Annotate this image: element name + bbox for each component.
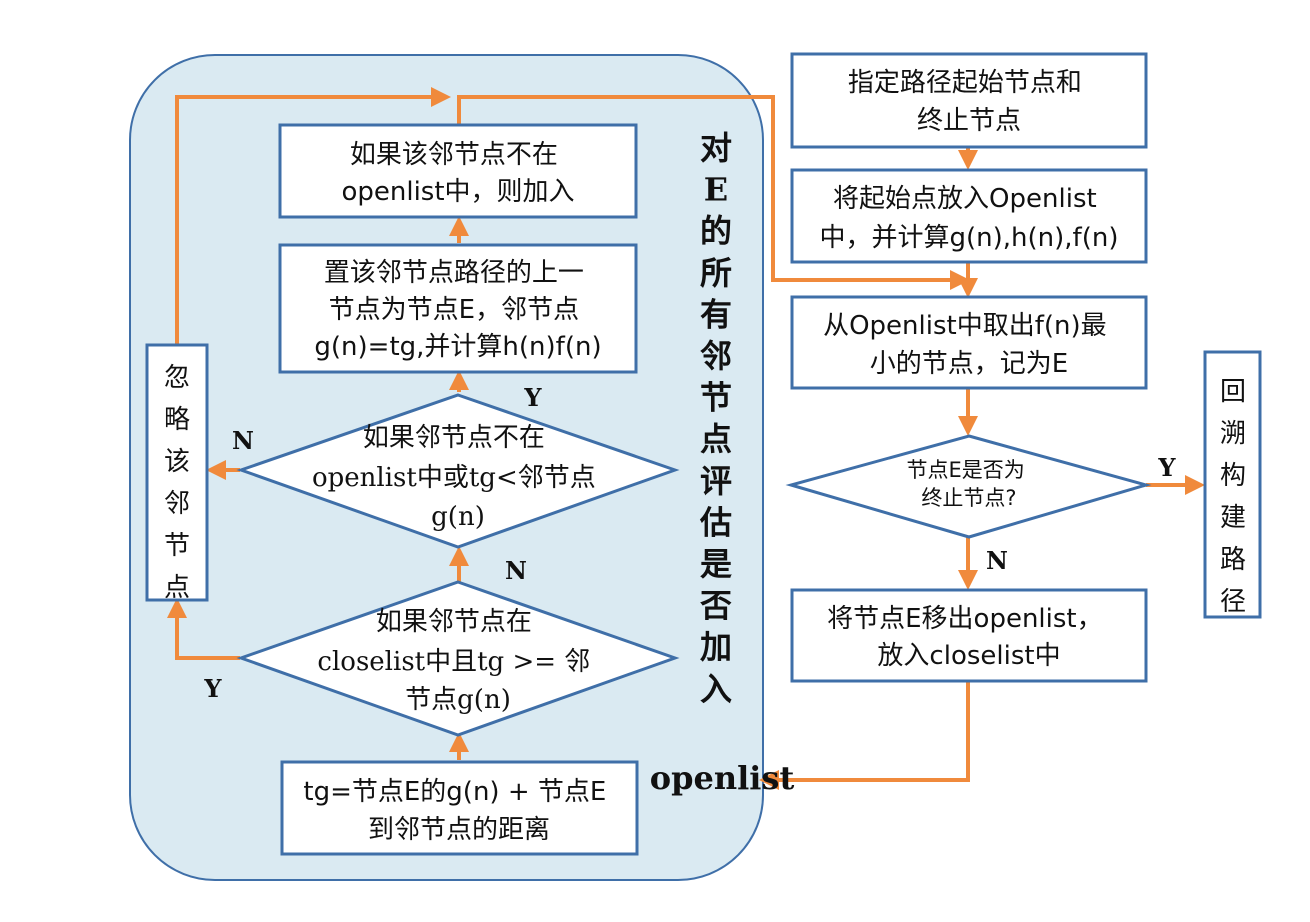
vertical-char: 有 (700, 295, 732, 333)
vertical-char: 该 (164, 447, 190, 477)
vertical-char: 入 (700, 670, 732, 708)
vertical-char: E (704, 171, 728, 209)
label-is-end-yes: Y (1157, 453, 1176, 482)
vertical-char: 略 (164, 405, 190, 435)
vertical-char: 节 (164, 531, 190, 561)
vertical-char: 估 (699, 503, 732, 541)
vertical-char: 邻 (164, 489, 190, 519)
vertical-char: 所 (700, 254, 732, 292)
vertical-char: 否 (700, 587, 732, 625)
vertical-char: 构 (1220, 461, 1246, 491)
label-is-end-no: N (986, 546, 1008, 575)
vertical-char: 加 (700, 628, 732, 666)
flowchart-canvas: 指定路径起始节点和 终止节点 将起始点放入Openlist 中，并计算g(n),… (0, 0, 1310, 922)
vertical-char: 点 (700, 420, 732, 458)
flowchart-svg: 指定路径起始节点和 终止节点 将起始点放入Openlist 中，并计算g(n),… (129, 52, 1262, 881)
region-title-openlist: openlist (650, 759, 795, 797)
label-cond-open-yes: Y (523, 383, 542, 412)
vertical-char: 忽 (164, 363, 190, 393)
vertical-char: 评 (700, 462, 732, 500)
vertical-char: 路 (1220, 545, 1246, 575)
vertical-char: 的 (700, 212, 732, 250)
vertical-char: 邻 (700, 337, 732, 375)
vertical-char: 建 (1220, 503, 1246, 533)
vertical-char: 对 (700, 129, 732, 167)
label-cond-open-no: N (232, 426, 254, 455)
vertical-char: 径 (1220, 587, 1246, 617)
label-cond-closed-no: N (505, 556, 527, 585)
vertical-char: 溯 (1220, 419, 1246, 449)
vertical-char: 是 (700, 545, 732, 583)
vertical-char: 节 (700, 379, 732, 417)
label-cond-closed-yes: Y (203, 674, 222, 703)
vertical-char: 回 (1220, 377, 1246, 407)
vertical-char: 点 (164, 573, 190, 603)
set-parent-box-text: 置该邻节点路径的上一 节点为节点E，邻节点 g(n)=tg,并计算h(n)f(n… (314, 258, 601, 362)
